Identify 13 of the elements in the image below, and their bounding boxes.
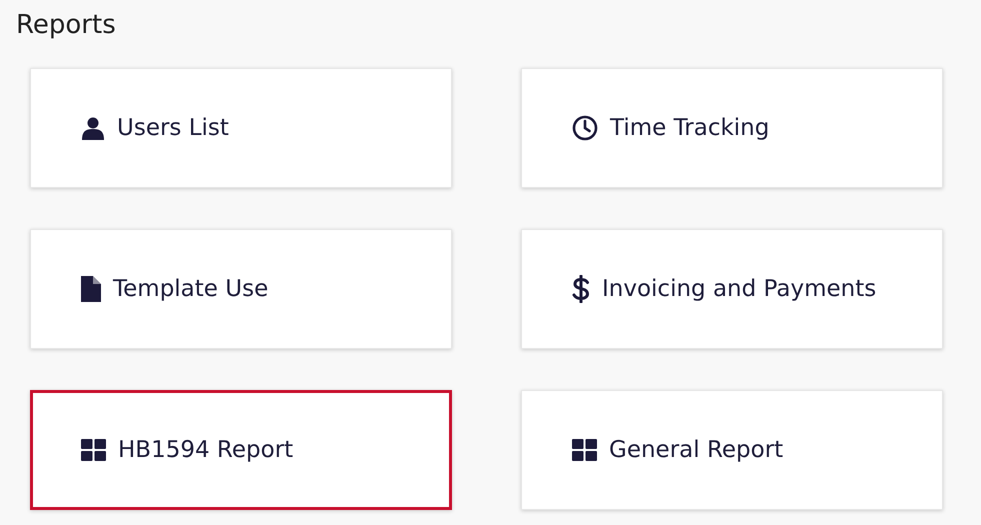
report-card[interactable]: Invoicing and Payments bbox=[521, 229, 943, 349]
grid-icon bbox=[81, 439, 106, 461]
dollar-icon bbox=[572, 275, 590, 303]
report-card[interactable]: General Report bbox=[521, 390, 943, 510]
report-card[interactable]: Users List bbox=[30, 68, 452, 188]
report-card[interactable]: Time Tracking bbox=[521, 68, 943, 188]
report-card[interactable]: HB1594 Report bbox=[30, 390, 452, 510]
grid-icon bbox=[572, 439, 597, 461]
report-card[interactable]: Template Use bbox=[30, 229, 452, 349]
page-title: Reports bbox=[16, 9, 117, 42]
clock-icon bbox=[572, 115, 598, 141]
document-icon bbox=[81, 276, 101, 302]
person-icon bbox=[81, 116, 105, 140]
